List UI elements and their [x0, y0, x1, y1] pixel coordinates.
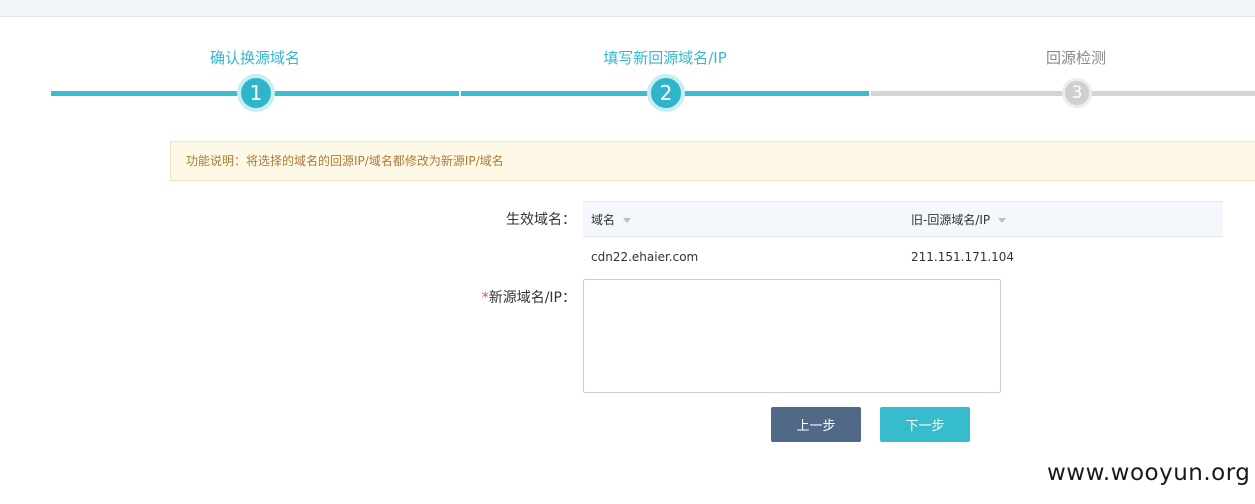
step-3-label: 回源检测	[1045, 49, 1106, 67]
column-old-source[interactable]: 旧-回源域名/IP	[911, 202, 1007, 238]
sort-caret-icon	[998, 218, 1007, 223]
effective-domain-label: 生效域名：	[506, 212, 576, 228]
prev-step-button[interactable]: 上一步	[771, 407, 861, 442]
top-bar	[0, 0, 1255, 17]
step-2-circle: 2	[647, 74, 685, 112]
step-2-label: 填写新回源域名/IP	[603, 49, 727, 67]
watermark: www.wooyun.org	[1047, 460, 1251, 486]
step-1-circle: 1	[237, 74, 275, 112]
sort-caret-icon	[623, 218, 632, 223]
cell-old-source: 211.151.171.104	[911, 250, 1015, 264]
column-old-source-label: 旧-回源域名/IP	[911, 213, 991, 227]
new-source-label: *新源域名/IP：	[376, 287, 576, 307]
next-step-button[interactable]: 下一步	[880, 407, 970, 442]
new-source-label-text: 新源域名/IP：	[488, 290, 576, 306]
new-source-input[interactable]	[583, 279, 1001, 393]
step-3-circle: 3	[1062, 78, 1092, 108]
function-notice: 功能说明：将选择的域名的回源IP/域名都修改为新源IP/域名	[170, 141, 1255, 181]
cell-domain: cdn22.ehaier.com	[591, 250, 699, 264]
domain-table-header: 域名 旧-回源域名/IP	[583, 201, 1223, 237]
column-domain[interactable]: 域名	[591, 202, 632, 238]
required-mark: *	[481, 290, 489, 306]
column-domain-label: 域名	[591, 213, 616, 227]
step-1-label: 确认换源域名	[209, 49, 300, 67]
